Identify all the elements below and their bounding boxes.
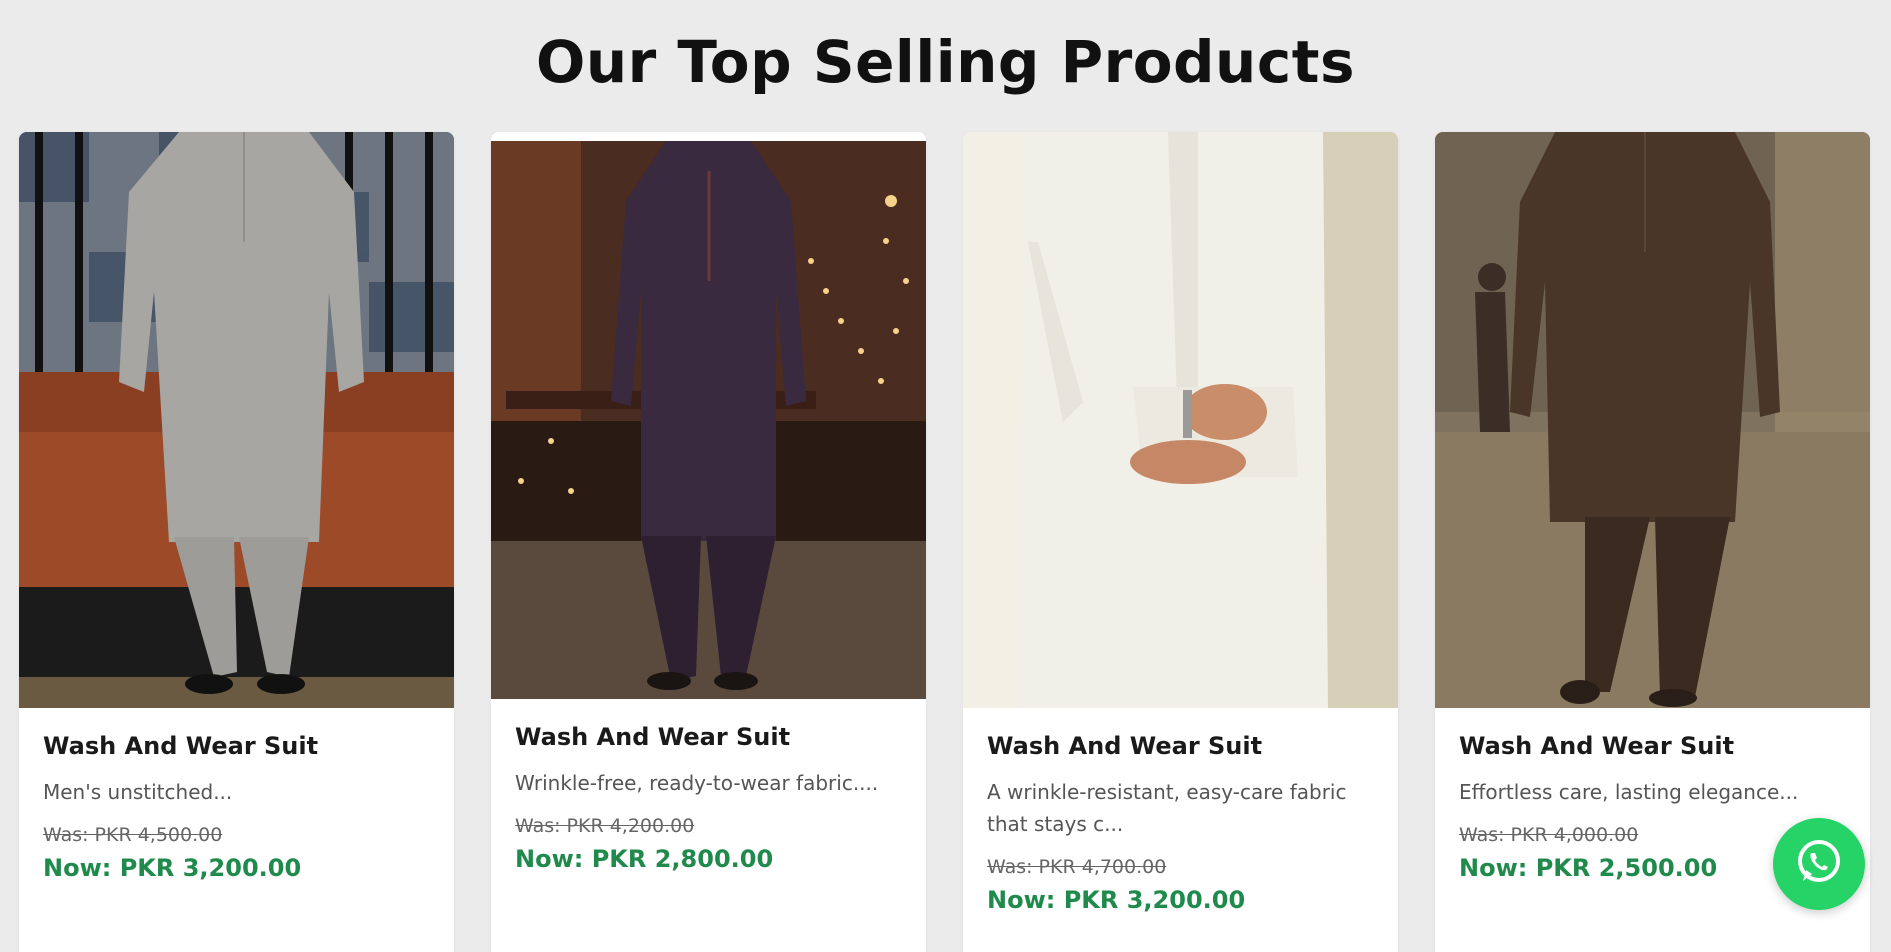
product-description: A wrinkle-resistant, easy-care fabric th… [987,780,1347,836]
product-was-price: Was: PKR 4,200.00 [515,815,695,837]
product-card[interactable]: Wash And Wear Suit Wrinkle-free, ready-t… [491,132,926,952]
product-image[interactable] [19,132,454,708]
product-title[interactable]: Wash And Wear Suit [1459,732,1846,760]
product-card[interactable]: Wash And Wear Suit Men's unstitched... W… [19,132,454,952]
product-now-price: Now: PKR 3,200.00 [43,854,302,882]
product-image[interactable] [963,132,1398,708]
section-title: Our Top Selling Products [536,28,1355,96]
product-description: Men's unstitched... [43,780,233,804]
product-now-price: Now: PKR 3,200.00 [987,886,1246,914]
product-title[interactable]: Wash And Wear Suit [43,732,430,760]
product-was-price: Was: PKR 4,500.00 [43,824,223,846]
product-title[interactable]: Wash And Wear Suit [987,732,1374,760]
product-grid: Wash And Wear Suit Men's unstitched... W… [19,132,1870,952]
whatsapp-icon [1794,837,1844,891]
product-card[interactable]: Wash And Wear Suit A wrinkle-resistant, … [963,132,1398,952]
product-description: Effortless care, lasting elegance... [1459,780,1799,804]
product-image[interactable] [491,141,926,699]
product-image[interactable] [1435,132,1870,708]
product-now-price: Now: PKR 2,800.00 [515,845,774,873]
product-was-price: Was: PKR 4,700.00 [987,856,1167,878]
product-title[interactable]: Wash And Wear Suit [515,723,902,751]
whatsapp-button[interactable] [1773,818,1865,910]
product-description: Wrinkle-free, ready-to-wear fabric.... [515,771,879,795]
